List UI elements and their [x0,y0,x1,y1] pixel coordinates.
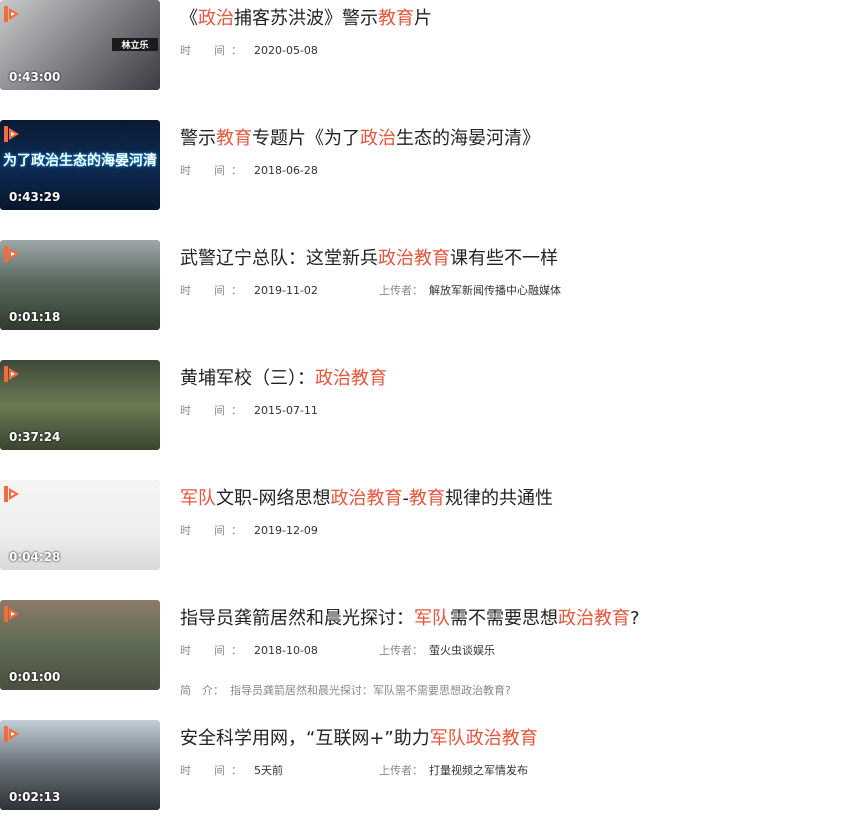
video-duration: 0:43:29 [9,190,61,204]
video-date: 时 间： 2019-12-09 [180,522,318,538]
video-result-item[interactable]: 0:37:24 黄埔军校（三）：政治教育时 间： 2015-07-11 [0,360,867,452]
video-uploader: 上传者： 萤火虫谈娱乐 [379,642,495,658]
uploader-name[interactable]: 萤火虫谈娱乐 [429,644,495,657]
title-text: 文职-网络思想 [216,488,331,509]
time-label: 时 间： [180,404,248,417]
play-logo-icon [4,246,19,262]
video-duration: 0:02:13 [9,790,61,804]
video-date: 时 间： 5天前 [180,762,283,778]
intro-text: 指导员龚箭居然和晨光探讨：军队需不需要思想政治教育? [230,684,511,697]
video-result-item[interactable]: 0:01:18 武警辽宁总队：这堂新兵政治教育课有些不一样时 间： 2019-11-… [0,240,867,332]
time-label: 时 间： [180,284,248,297]
video-date: 时 间： 2020-05-08 [180,42,318,58]
title-keyword-highlight: 教育 [378,8,414,29]
title-keyword-highlight: 教育 [409,488,445,509]
video-date: 时 间： 2019-11-02 [180,282,318,298]
video-intro: 简 介： 指导员龚箭居然和晨光探讨：军队需不需要思想政治教育? [180,682,511,698]
title-text: 安全科学用网，“互联网+”助力 [180,728,430,749]
title-text: 警示 [180,128,216,149]
video-thumbnail[interactable]: 为了政治生态的海晏河清 0:43:29 [0,120,160,210]
video-thumbnail[interactable]: 林立乐 0:43:00 [0,0,160,90]
date-value: 5天前 [254,764,283,777]
video-duration: 0:43:00 [9,70,61,84]
title-text: 《 [180,8,198,29]
video-title-link[interactable]: 军队文职-网络思想政治教育-教育规律的共通性 [180,484,553,510]
video-duration: 0:01:00 [9,670,61,684]
video-title-link[interactable]: 武警辽宁总队：这堂新兵政治教育课有些不一样 [180,244,558,270]
video-result-item[interactable]: 为了政治生态的海晏河清 0:43:29 警示教育专题片《为了政治生态的海晏河清》时 … [0,120,867,212]
title-text: 指导员龚箭居然和晨光探讨： [180,608,414,629]
thumbnail-caption: 为了政治生态的海晏河清 [3,153,157,169]
title-text: 片 [414,8,432,29]
title-keyword-highlight: 政治 [360,128,396,149]
title-keyword-highlight: 政治 [198,8,234,29]
play-logo-icon [4,726,19,742]
video-date: 时 间： 2015-07-11 [180,402,318,418]
title-keyword-highlight: 军队 [180,488,216,509]
video-thumbnail[interactable]: 0:04:28 [0,480,160,570]
video-date: 时 间： 2018-06-28 [180,162,318,178]
title-text: 需不需要思想 [450,608,558,629]
uploader-label: 上传者： [379,284,423,297]
thumbnail-caption: 林立乐 [112,38,158,51]
title-text: 武警辽宁总队：这堂新兵 [180,248,378,269]
video-title-link[interactable]: 指导员龚箭居然和晨光探讨：军队需不需要思想政治教育? [180,604,640,630]
date-value: 2015-07-11 [254,404,318,417]
video-thumbnail[interactable]: 0:37:24 [0,360,160,450]
play-logo-icon [4,366,19,382]
title-keyword-highlight: 军队 [414,608,450,629]
video-thumbnail[interactable]: 0:02:13 [0,720,160,810]
play-logo-icon [4,6,19,22]
title-keyword-highlight: 政治教育 [558,608,630,629]
play-logo-icon [4,606,19,622]
uploader-label: 上传者： [379,764,423,777]
title-keyword-highlight: 政治教育 [315,368,387,389]
title-keyword-highlight: 政治教育 [330,488,403,509]
video-result-item[interactable]: 林立乐 0:43:00 《政治捕客苏洪波》警示教育片时 间： 2020-05-08 [0,0,867,92]
title-keyword-highlight: 政治教育 [378,248,450,269]
uploader-label: 上传者： [379,644,423,657]
video-title-link[interactable]: 《政治捕客苏洪波》警示教育片 [180,4,432,30]
video-result-item[interactable]: 0:01:00 指导员龚箭居然和晨光探讨：军队需不需要思想政治教育? 时 间： 201… [0,600,867,697]
play-logo-icon [4,486,19,502]
title-keyword-highlight: 教育 [216,128,252,149]
date-value: 2020-05-08 [254,44,318,57]
video-thumbnail[interactable]: 0:01:18 [0,240,160,330]
video-uploader: 上传者： 打量视频之军情发布 [379,762,528,778]
video-date: 时 间： 2018-10-08 [180,642,318,658]
title-text: 黄埔军校（三）： [180,368,315,389]
video-duration: 0:01:18 [9,310,61,324]
video-title-link[interactable]: 警示教育专题片《为了政治生态的海晏河清》 [180,124,540,150]
video-thumbnail[interactable]: 0:01:00 [0,600,160,690]
uploader-name[interactable]: 解放军新闻传播中心融媒体 [429,284,561,297]
time-label: 时 间： [180,764,248,777]
video-title-link[interactable]: 黄埔军校（三）：政治教育 [180,364,387,390]
video-result-item[interactable]: 0:02:13 安全科学用网，“互联网+”助力军队政治教育时 间： 5天前 上传者： 打… [0,720,867,812]
play-logo-icon [4,126,19,142]
title-text: 课有些不一样 [450,248,558,269]
video-title-link[interactable]: 安全科学用网，“互联网+”助力军队政治教育 [180,724,538,750]
date-value: 2019-12-09 [254,524,318,537]
date-value: 2018-06-28 [254,164,318,177]
date-value: 2018-10-08 [254,644,318,657]
title-keyword-highlight: 军队政治教育 [429,728,538,749]
time-label: 时 间： [180,524,248,537]
time-label: 时 间： [180,164,248,177]
title-text: 规律的共通性 [445,488,553,509]
title-text: 生态的海晏河清》 [396,128,540,149]
intro-label: 简 介： [180,684,224,697]
video-duration: 0:04:28 [9,550,61,564]
video-duration: 0:37:24 [9,430,61,444]
time-label: 时 间： [180,644,248,657]
uploader-name[interactable]: 打量视频之军情发布 [429,764,528,777]
time-label: 时 间： [180,44,248,57]
title-text: 捕客苏洪波》警示 [234,8,378,29]
date-value: 2019-11-02 [254,284,318,297]
title-text: 专题片《为了 [252,128,360,149]
video-result-item[interactable]: 0:04:28 军队文职-网络思想政治教育-教育规律的共通性时 间： 2019-12… [0,480,867,572]
video-uploader: 上传者： 解放军新闻传播中心融媒体 [379,282,561,298]
title-text: ? [630,608,640,629]
